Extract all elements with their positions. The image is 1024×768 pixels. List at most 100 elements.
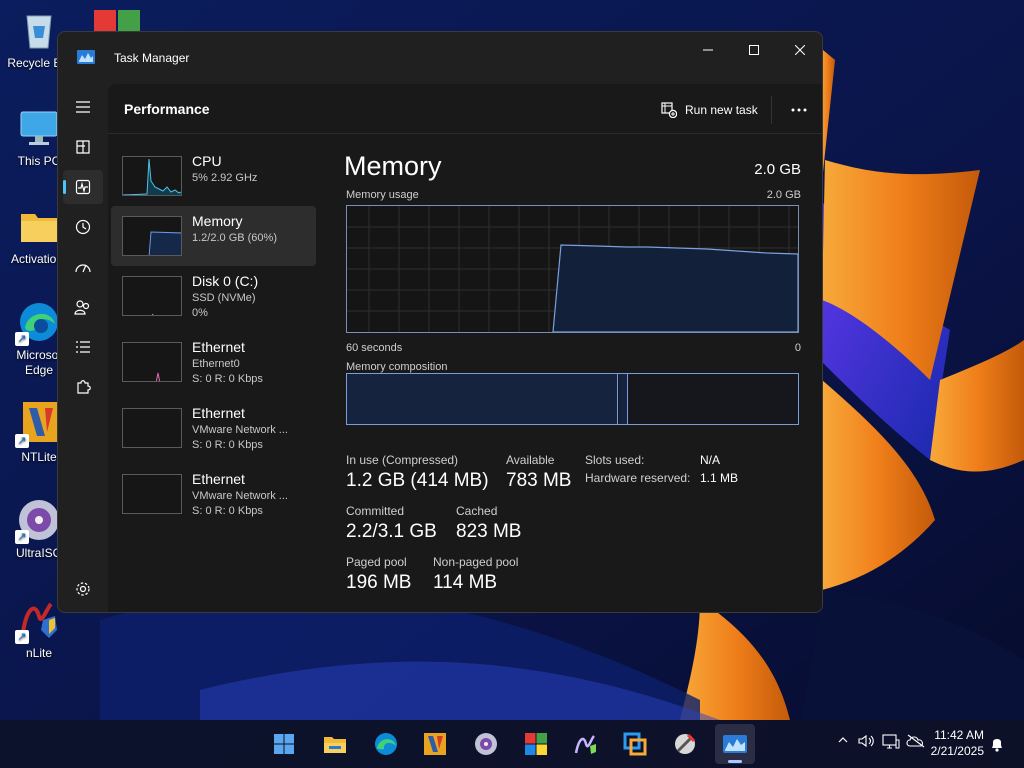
slots-used-value: N/A [700,453,721,467]
window-title: Task Manager [114,51,190,65]
resource-detail: Ethernet0 [192,358,240,370]
minimize-button[interactable] [685,36,731,64]
in-use-value: 1.2 GB (414 MB) [346,470,489,491]
hamburger-menu-button[interactable] [63,90,103,124]
task-manager-window: Task Manager Performance Run new task CP… [57,31,823,613]
graph-time-right: 0 [794,342,801,354]
nav-settings[interactable] [63,572,103,606]
slots-used-label: Slots used: [585,453,645,467]
nav-processes[interactable] [63,130,103,164]
taskbar-nlite[interactable] [566,724,606,764]
taskbar-task-manager[interactable] [715,724,755,764]
volume-button[interactable] [858,734,876,752]
taskbar-tool[interactable] [665,724,705,764]
more-icon [791,108,807,112]
shortcut-arrow-icon: ↗ [15,630,29,644]
nav-startup-apps[interactable] [63,250,103,284]
taskbar-ultraiso[interactable] [466,724,506,764]
paged-pool-value: 196 MB [346,572,412,593]
resource-item-cpu[interactable]: CPU 5% 2.92 GHz [111,146,316,206]
cached-label: Cached [456,504,498,518]
title-bar[interactable]: Task Manager [58,32,822,84]
desktop-icon-windows-app[interactable] [94,10,140,32]
resource-item-ethernet-vmware-2[interactable]: Ethernet VMware Network ... S: 0 R: 0 Kb… [111,464,316,524]
taskbar-vmware[interactable] [615,724,655,764]
resource-item-ethernet-vmware-1[interactable]: Ethernet VMware Network ... S: 0 R: 0 Kb… [111,398,316,458]
show-hidden-icons-chevron[interactable] [837,734,849,750]
tool-icon [675,733,696,754]
clock-date: 2/21/2025 [930,744,984,758]
cached-value: 823 MB [456,521,522,542]
task-manager-icon [723,735,747,753]
resource-detail-2: S: 0 R: 0 Kbps [192,373,263,385]
taskbar-file-explorer[interactable] [315,724,355,764]
memory-total: 2.0 GB [754,161,801,178]
resource-item-ethernet0[interactable]: Ethernet Ethernet0 S: 0 R: 0 Kbps [111,332,316,392]
network-button[interactable] [882,734,900,754]
vmware-icon [623,732,647,756]
taskbar-edge[interactable] [366,724,406,764]
composition-modified [619,374,628,424]
resource-item-disk[interactable]: Disk 0 (C:) SSD (NVMe) 0% [111,266,316,326]
edge-icon [375,733,397,755]
resource-detail: VMware Network ... [192,490,288,502]
memory-composition-label: Memory composition [346,361,448,373]
page-header: Performance Run new task [108,84,822,134]
taskbar-windows-app[interactable] [516,724,556,764]
resource-detail-2: S: 0 R: 0 Kbps [192,505,263,517]
maximize-icon [749,45,759,55]
puzzle-icon [77,380,91,394]
resource-detail-2: 0% [192,307,208,319]
hardware-reserved-value: 1.1 MB [700,471,739,485]
memory-composition-bar [346,373,799,425]
windows-icon [525,733,547,755]
memory-title: Memory [344,151,442,181]
shortcut-arrow-icon: ↗ [15,434,29,448]
resource-name: Memory [192,213,243,229]
clock[interactable]: 11:42 AM 2/21/2025 [931,727,984,759]
more-options-button[interactable] [784,98,814,122]
gear-icon [76,582,90,596]
file-explorer-icon [324,737,346,753]
resource-item-memory[interactable]: Memory 1.2/2.0 GB (60%) [111,206,316,266]
task-manager-icon [77,49,95,69]
ntlite-icon: ↗ [15,402,61,448]
available-value: 783 MB [506,470,572,491]
recycle-bin-icon [17,8,61,52]
memory-thumbnail-graph [122,216,182,256]
nlite-icon [574,735,596,754]
composition-in-use [347,374,618,424]
ethernet-thumbnail-graph [122,342,182,382]
resource-list: CPU 5% 2.92 GHz Memory 1.2/2.0 GB (60%) … [108,135,316,612]
nav-app-history[interactable] [63,210,103,244]
onedrive-button[interactable] [906,734,926,752]
non-paged-pool-label: Non-paged pool [433,555,519,569]
performance-icon [75,179,91,195]
folder-icon [17,204,61,248]
chevron-up-icon [838,737,848,743]
nlite-icon: ↗ [15,598,61,644]
desktop-icon-label: nLite [25,646,53,660]
graph-time-left: 60 seconds [346,342,403,354]
run-new-task-label: Run new task [685,103,758,117]
navigation-rail [58,84,108,612]
hardware-reserved-label: Hardware reserved: [585,471,691,485]
maximize-button[interactable] [731,36,777,64]
in-use-label: In use (Compressed) [346,453,459,467]
nav-users[interactable] [63,290,103,324]
notifications-button[interactable] [990,736,1004,756]
available-label: Available [506,453,555,467]
memory-usage-graph [346,205,799,333]
start-button[interactable] [264,724,304,764]
ntlite-icon [424,733,446,755]
taskbar-ntlite[interactable] [415,724,455,764]
nav-performance[interactable] [63,170,103,204]
resource-name: Ethernet [192,339,245,355]
speedometer-icon [75,264,91,273]
edge-icon: ↗ [15,300,61,346]
nav-details[interactable] [63,330,103,364]
close-button[interactable] [777,36,822,64]
bell-icon [992,739,1002,752]
run-new-task-button[interactable]: Run new task [661,98,758,122]
nav-services[interactable] [63,370,103,404]
